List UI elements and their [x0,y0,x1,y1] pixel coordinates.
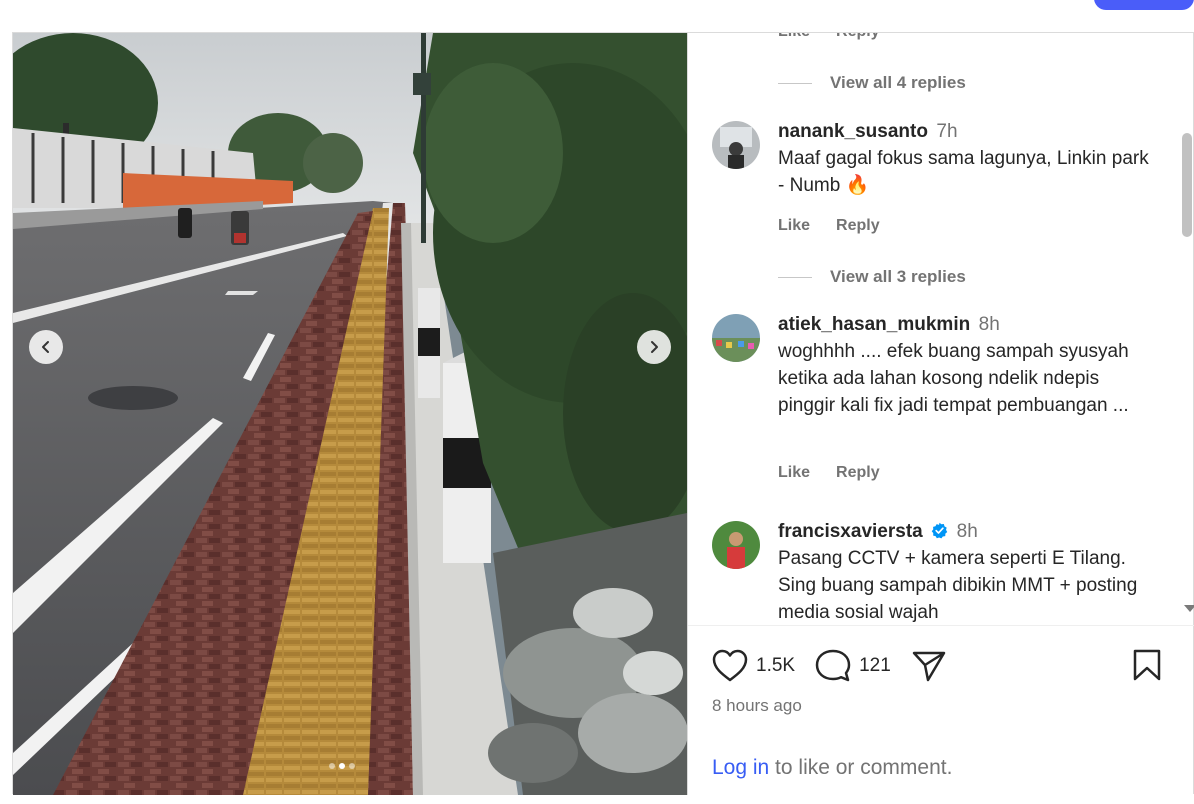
comment-actions: Like Reply [778,217,880,235]
carousel-next-button[interactable] [637,330,671,364]
comment-body: francisxavierst​a 8h Pasang CCTV + kamer… [778,521,1158,625]
street-photo-image [13,33,687,795]
comment-actions: Like Reply [778,464,880,482]
carousel-dots [329,763,355,769]
comment-text: woghhhh .... efek buang sampah syusyah k… [778,341,1129,416]
chevron-right-icon [651,341,658,353]
avatar-image [712,314,760,362]
comment-time[interactable]: 8h [957,521,978,542]
reply-comment-button[interactable]: Reply [836,33,880,41]
reply-comment-button[interactable]: Reply [836,464,880,482]
heart-icon[interactable] [712,649,748,683]
avatar-image [712,521,760,569]
verified-badge-icon [931,522,948,539]
view-replies-label: View all 4 replies [830,73,966,92]
post-actions-row: 1.5K 121 [712,648,1182,684]
avatar[interactable] [712,121,760,169]
comment-icon[interactable] [815,649,851,683]
view-replies-label: View all 3 replies [830,267,966,286]
avatar[interactable] [712,314,760,362]
reply-comment-button[interactable]: Reply [836,217,880,235]
comments-scrollbar-thumb[interactable] [1182,133,1192,237]
replies-divider [778,276,812,278]
like-count[interactable]: 1.5K [756,655,795,677]
post-photo [13,33,687,795]
replies-divider [778,82,812,84]
post-container: Like Reply View all 4 replies [12,32,1194,795]
share-icon[interactable] [911,649,947,683]
like-comment-button[interactable]: Like [778,33,810,41]
comment-text: Pasang CCTV + kamera seperti E Tilang. S… [778,548,1138,623]
comment-username[interactable]: francisxavierst​a [778,521,923,542]
top-bar [0,0,1194,32]
comment-count[interactable]: 121 [859,655,891,677]
comment-username[interactable]: nanank_susanto [778,121,928,142]
login-link[interactable]: Log in [712,756,769,779]
chevron-left-icon [42,341,49,353]
carousel-prev-button[interactable] [29,330,63,364]
comments-list: Like Reply View all 4 replies [688,33,1194,625]
avatar-image [712,121,760,169]
comment-body: atiek_hasan_mukmin 8h woghhhh .... efek … [778,314,1158,419]
top-action-button[interactable] [1094,0,1194,10]
bookmark-icon[interactable] [1132,648,1162,682]
previous-comment-actions: Like Reply [778,33,880,41]
post-timestamp[interactable]: 8 hours ago [712,696,802,716]
comment-time[interactable]: 7h [936,121,957,142]
view-replies-link[interactable]: View all 4 replies [778,73,966,93]
comment-text: Maaf gagal fokus sama lagunya, Linkin pa… [778,148,1149,196]
login-prompt-text: to like or comment. [769,756,953,779]
avatar[interactable] [712,521,760,569]
comments-sidebar: Like Reply View all 4 replies [687,33,1194,795]
comment-time[interactable]: 8h [979,314,1000,335]
comment-body: nanank_susanto 7h Maaf gagal fokus sama … [778,121,1158,199]
view-replies-link[interactable]: View all 3 replies [778,267,966,287]
comment-username[interactable]: atiek_hasan_mukmin [778,314,970,335]
login-prompt: Log in to like or comment. [712,756,952,780]
carousel-dot[interactable] [349,763,355,769]
carousel-dot[interactable] [329,763,335,769]
post-footer: 1.5K 121 8 hours ago Log in to like or c… [688,625,1194,795]
like-comment-button[interactable]: Like [778,464,810,482]
like-comment-button[interactable]: Like [778,217,810,235]
carousel-dot-active[interactable] [339,763,345,769]
scroll-down-arrow-icon[interactable] [1184,605,1194,612]
